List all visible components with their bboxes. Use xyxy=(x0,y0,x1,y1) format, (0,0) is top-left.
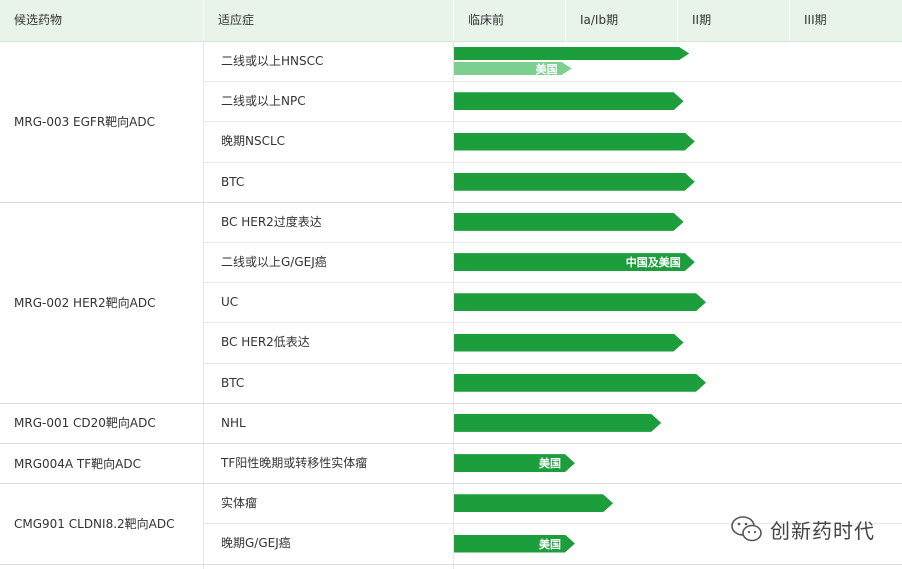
candidate-name: MRG-001 CD20靶向ADC xyxy=(14,416,156,431)
progress-bar: 美国 xyxy=(454,535,575,553)
progress-bar xyxy=(454,92,684,110)
bar-region-label: 美国 xyxy=(535,62,558,76)
progress-bar: 美国 xyxy=(454,454,575,472)
progress-bar xyxy=(454,334,684,352)
indication-label: 晚期NSCLC xyxy=(221,134,286,149)
progress-bar xyxy=(454,414,661,432)
pipeline-chart: 候选药物 适应症 临床前 Ia/Ib期 II期 III期 MRG-003 EGF… xyxy=(0,0,902,569)
indication-label: 二线或以上HNSCC xyxy=(221,54,324,68)
indication-label: BC HER2低表达 xyxy=(221,335,310,350)
bar-region-label: 美国 xyxy=(538,537,561,551)
progress-bar: 中国及美国 xyxy=(454,253,695,271)
progress-bar xyxy=(454,133,695,151)
indication-label: 二线或以上NPC xyxy=(221,94,306,109)
progress-bar xyxy=(454,494,613,512)
progress-bar xyxy=(454,47,689,60)
candidate-name: MRG-002 HER2靶向ADC xyxy=(14,295,156,310)
candidate-name: MRG-003 EGFR靶向ADC xyxy=(14,114,155,129)
indication-label: NHL xyxy=(221,415,246,430)
indication-label: BTC xyxy=(221,375,245,390)
progress-bar: 美国 xyxy=(454,62,572,75)
progress-bar xyxy=(454,213,684,231)
candidate-name: MRG004A TF靶向ADC xyxy=(14,456,141,471)
candidate-name: CMG901 CLDNI8.2靶向ADC xyxy=(14,516,175,531)
header-preclinical: 临床前 xyxy=(454,0,566,41)
progress-bar xyxy=(454,293,706,311)
header-phase3: III期 xyxy=(804,13,827,27)
watermark-text: 创新药时代 xyxy=(770,518,875,543)
header-candidate: 候选药物 xyxy=(0,0,204,41)
indication-label: 二线或以上G/GEJ癌 xyxy=(221,255,327,269)
indication-label: TF阳性晚期或转移性实体瘤 xyxy=(221,456,368,470)
column-divider xyxy=(453,41,454,569)
wechat-icon xyxy=(731,516,762,542)
header-phase2: II期 xyxy=(678,0,790,41)
indication-label: 晚期G/GEJ癌 xyxy=(221,536,291,551)
watermark: 创新药时代 xyxy=(730,512,875,546)
group-divider xyxy=(0,563,902,565)
indication-label: 实体瘤 xyxy=(221,496,258,511)
bar-region-label: 美国 xyxy=(538,457,561,471)
indication-label: UC xyxy=(221,295,239,310)
bar-region-label: 中国及美国 xyxy=(625,256,681,270)
progress-bar xyxy=(454,374,706,392)
table-header: 候选药物 适应症 临床前 Ia/Ib期 II期 III期 xyxy=(0,0,902,42)
progress-bar xyxy=(454,173,695,191)
indication-label: BTC xyxy=(221,174,245,189)
indication-label: BC HER2过度表达 xyxy=(221,214,322,229)
header-indication: 适应症 xyxy=(204,0,454,41)
header-phase1: Ia/Ib期 xyxy=(566,0,678,41)
